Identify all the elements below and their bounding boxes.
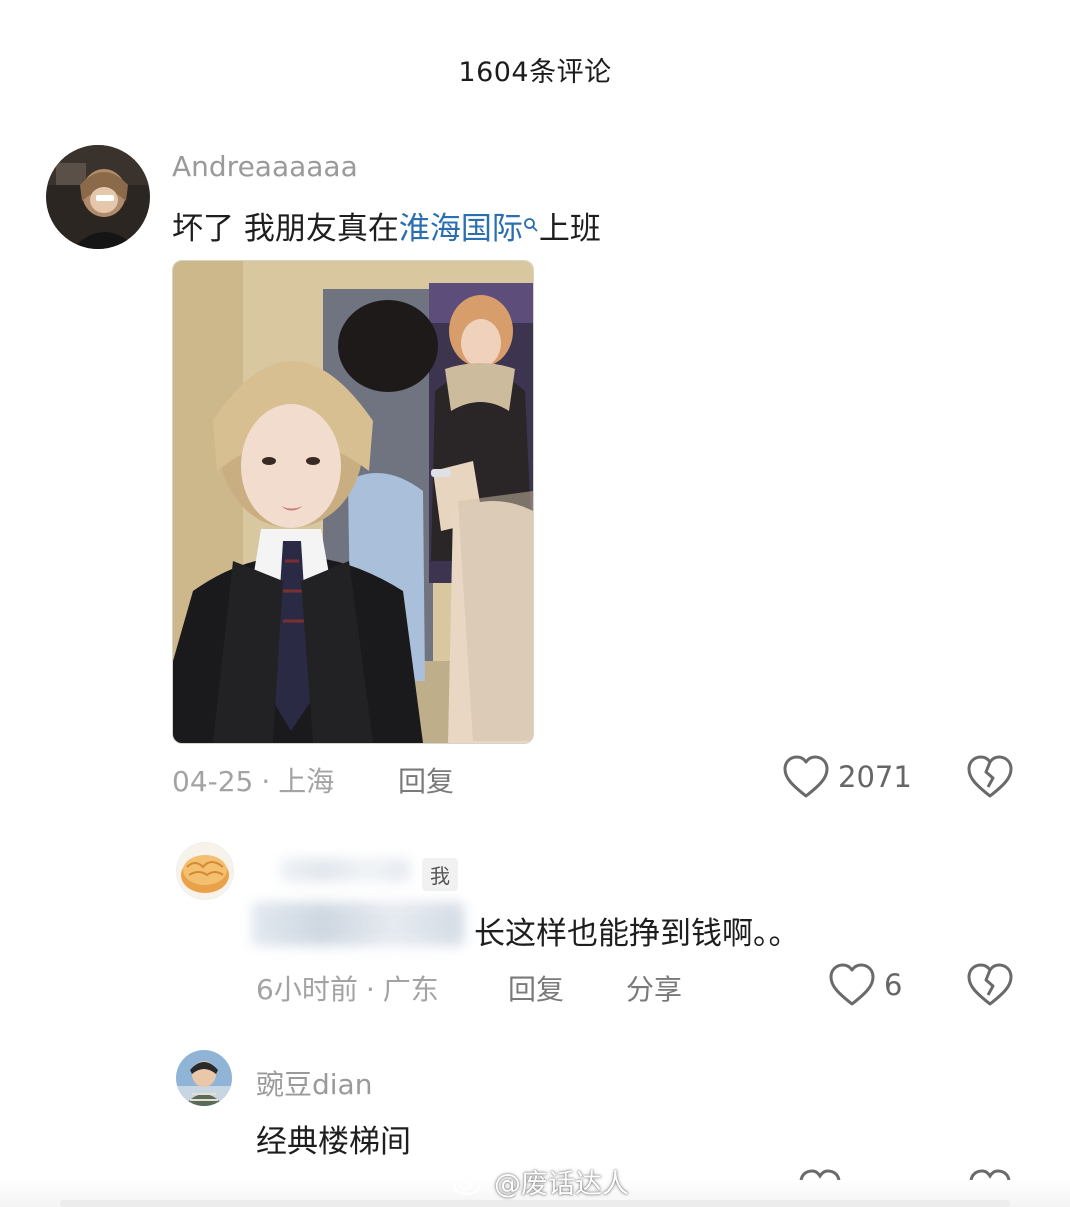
comment-text-after: 上班 — [538, 211, 601, 247]
comment-location: 上海 — [278, 765, 335, 798]
comment-username[interactable]: Andreaaaaaa — [172, 150, 358, 183]
comment-text-before: 坏了 我朋友真在 — [172, 211, 399, 247]
comments-page: 1604条评论 Andreaaaaaa 坏了 我朋友真在淮海国际 上班 04-2… — [0, 0, 1070, 1207]
broken-heart-icon[interactable] — [966, 962, 1014, 1008]
comment-photo[interactable] — [172, 260, 534, 744]
watermark: @废话达人 — [452, 1162, 629, 1203]
comment-location: 广东 — [382, 973, 439, 1006]
like-count: 6 — [884, 968, 903, 1002]
comment-text: 经典楼梯间 — [256, 1124, 411, 1160]
me-badge: 我 — [422, 858, 458, 891]
comment-date: 6小时前 — [256, 973, 358, 1006]
comment-meta: 04-25 · 上海 — [172, 760, 334, 800]
heart-outline-icon[interactable] — [828, 962, 876, 1008]
avatar[interactable] — [176, 1050, 232, 1106]
broken-heart-icon[interactable] — [966, 754, 1014, 800]
avatar[interactable] — [46, 145, 150, 249]
comment-date: 04-25 — [172, 765, 254, 798]
blurred-username — [280, 858, 410, 882]
comment-username[interactable]: 豌豆dian — [256, 1063, 372, 1103]
comment-meta: 6小时前 · 广东 — [256, 968, 439, 1008]
location-link[interactable]: 淮海国际 — [399, 211, 523, 247]
meta-separator: · — [365, 973, 375, 1006]
blurred-text — [252, 902, 464, 946]
meta-separator: · — [261, 765, 271, 798]
weibo-logo-icon — [452, 1168, 488, 1203]
like-count: 2071 — [838, 760, 912, 794]
reply-button[interactable]: 回复 — [398, 760, 454, 800]
heart-outline-icon[interactable] — [782, 754, 830, 800]
comment-count-title: 1604条评论 — [458, 57, 612, 88]
reply-button[interactable]: 回复 — [508, 968, 564, 1008]
comment-text: 长这样也能挣到钱啊。。 — [474, 916, 800, 952]
comment-text: 坏了 我朋友真在淮海国际 上班 — [172, 203, 601, 248]
avatar[interactable] — [176, 842, 234, 900]
share-button[interactable]: 分享 — [626, 968, 682, 1008]
search-icon[interactable] — [523, 205, 539, 232]
watermark-text: @废话达人 — [494, 1169, 629, 1200]
